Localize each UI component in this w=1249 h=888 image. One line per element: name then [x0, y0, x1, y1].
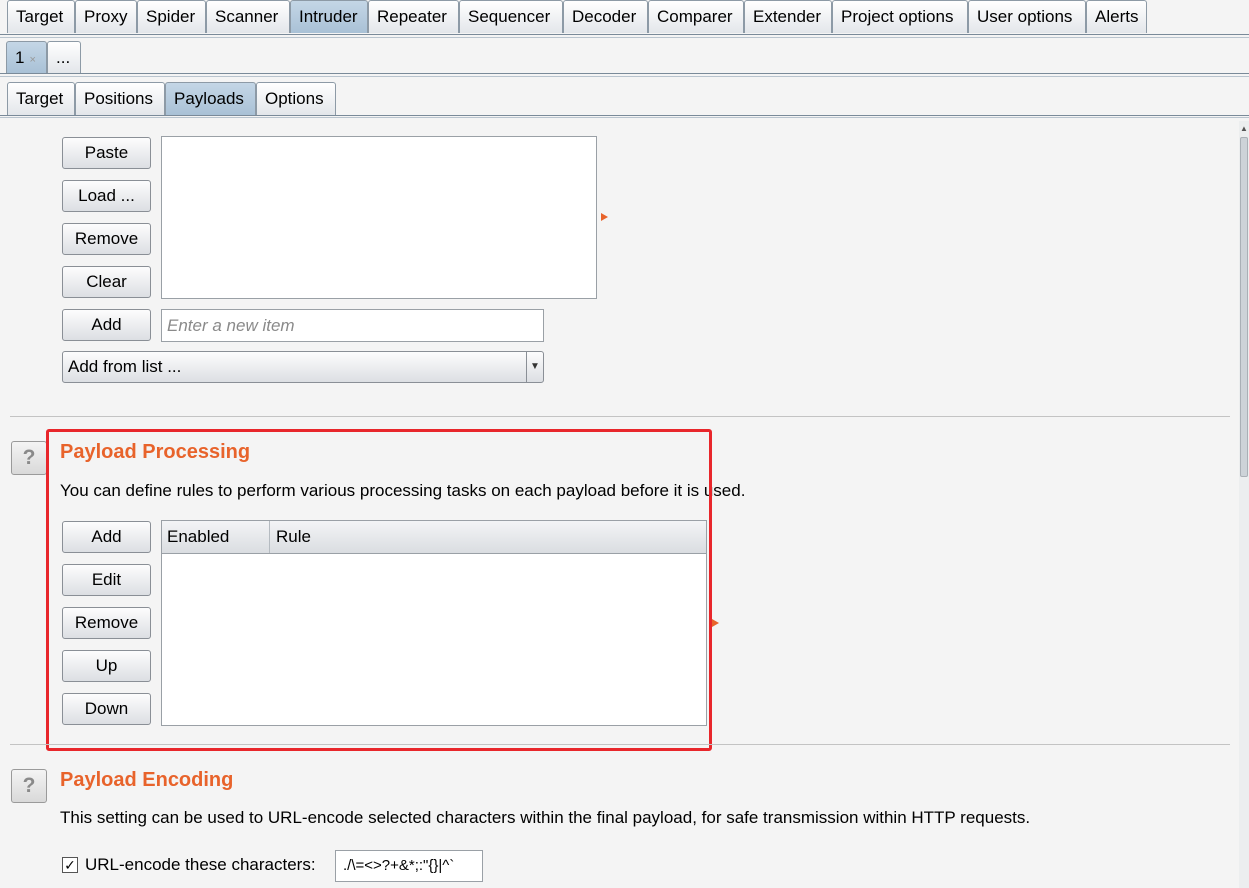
payload-list-box[interactable]: [161, 136, 597, 299]
scrollbar-thumb[interactable]: [1240, 137, 1248, 477]
dropdown-value: Add from list ...: [68, 357, 182, 376]
intruder-sub-tab-bar: Target Positions Payloads Options: [0, 82, 1249, 118]
tab-bar-divider: [0, 76, 1249, 77]
instance-tab-label: 1: [15, 48, 25, 67]
question-icon[interactable]: ?: [11, 769, 47, 803]
add-rule-button[interactable]: Add: [62, 521, 151, 553]
vertical-scrollbar[interactable]: ▲: [1239, 121, 1249, 888]
tab-sequencer[interactable]: Sequencer: [459, 0, 563, 33]
payload-processing-title: Payload Processing: [60, 441, 251, 463]
tab-instance-1[interactable]: 1 ×: [6, 41, 47, 73]
tab-target[interactable]: Target: [7, 0, 75, 33]
tab-bar-divider: [0, 37, 1249, 38]
remove-button[interactable]: Remove: [62, 223, 151, 255]
clear-button[interactable]: Clear: [62, 266, 151, 298]
tab-bar-divider: [0, 34, 1249, 35]
section-divider: [10, 744, 1230, 745]
payload-encoding-description: This setting can be used to URL-encode s…: [60, 808, 1031, 827]
main-tab-bar: Target Proxy Spider Scanner Intruder Rep…: [0, 0, 1249, 38]
tab-alerts[interactable]: Alerts: [1086, 0, 1147, 33]
url-encode-label: URL-encode these characters:: [85, 855, 316, 874]
payload-processing-description: You can define rules to perform various …: [60, 481, 746, 500]
edit-rule-button[interactable]: Edit: [62, 564, 151, 596]
payload-encoding-title: Payload Encoding: [60, 769, 234, 791]
attack-instance-tab-bar: 1 × ...: [0, 41, 1249, 77]
question-icon[interactable]: ?: [11, 441, 47, 475]
move-up-button[interactable]: Up: [62, 650, 151, 682]
arrow-right-icon[interactable]: [601, 213, 608, 221]
tab-comparer[interactable]: Comparer: [648, 0, 744, 33]
tab-payloads[interactable]: Payloads: [165, 82, 256, 115]
tab-bar-divider: [0, 117, 1249, 118]
url-encode-checkbox[interactable]: ✓: [62, 857, 78, 873]
arrow-right-icon[interactable]: [712, 619, 719, 627]
rules-table[interactable]: Enabled Rule: [161, 520, 707, 726]
tab-target[interactable]: Target: [7, 82, 75, 115]
column-header-rule[interactable]: Rule: [270, 521, 311, 553]
tab-project-options[interactable]: Project options: [832, 0, 968, 33]
column-header-enabled[interactable]: Enabled: [162, 521, 270, 553]
tab-user-options[interactable]: User options: [968, 0, 1086, 33]
section-divider: [10, 416, 1230, 417]
tab-scanner[interactable]: Scanner: [206, 0, 290, 33]
chevron-down-icon[interactable]: ▼: [526, 352, 543, 382]
tab-decoder[interactable]: Decoder: [563, 0, 648, 33]
tab-proxy[interactable]: Proxy: [75, 0, 137, 33]
tab-intruder[interactable]: Intruder: [290, 0, 368, 33]
tab-repeater[interactable]: Repeater: [368, 0, 459, 33]
close-icon[interactable]: ×: [29, 54, 35, 66]
tab-positions[interactable]: Positions: [75, 82, 165, 115]
rules-table-header: Enabled Rule: [162, 521, 706, 554]
remove-rule-button[interactable]: Remove: [62, 607, 151, 639]
load-button[interactable]: Load ...: [62, 180, 151, 212]
move-down-button[interactable]: Down: [62, 693, 151, 725]
url-encode-characters-input[interactable]: ./\=<>?+&*;:"{}|^`: [335, 850, 483, 882]
tab-spider[interactable]: Spider: [137, 0, 206, 33]
scroll-up-icon[interactable]: ▲: [1239, 121, 1249, 137]
new-item-input[interactable]: Enter a new item: [161, 309, 544, 342]
add-from-list-dropdown[interactable]: Add from list ... ▼: [62, 351, 544, 383]
paste-button[interactable]: Paste: [62, 137, 151, 169]
tab-bar-divider: [0, 73, 1249, 74]
tab-new-instance[interactable]: ...: [47, 41, 81, 73]
tab-extender[interactable]: Extender: [744, 0, 832, 33]
tab-bar-divider: [0, 115, 1249, 116]
tab-options[interactable]: Options: [256, 82, 336, 115]
add-button[interactable]: Add: [62, 309, 151, 341]
